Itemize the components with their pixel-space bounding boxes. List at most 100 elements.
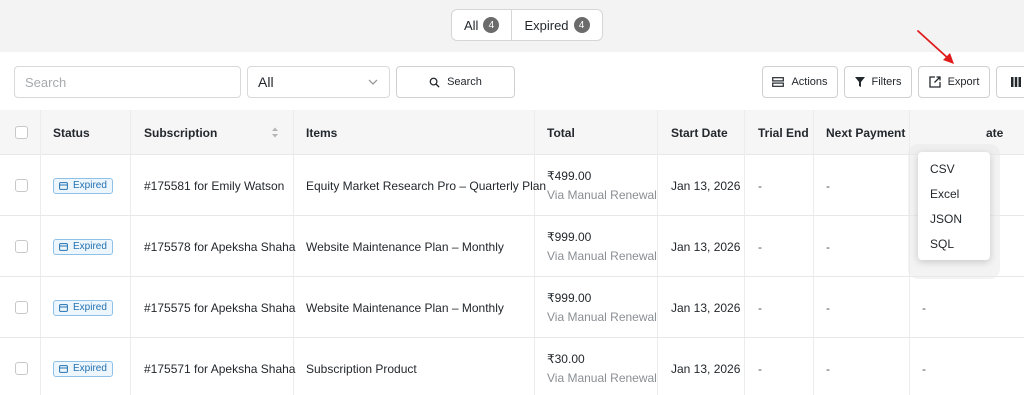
- next-payment-cell: -: [826, 239, 830, 254]
- search-icon: [429, 77, 440, 88]
- next-payment-cell: -: [826, 300, 830, 315]
- row-checkbox[interactable]: [15, 240, 28, 253]
- status-icon: [59, 303, 68, 312]
- filters-button[interactable]: Filters: [844, 66, 912, 98]
- sort-icon[interactable]: [271, 126, 279, 139]
- trial-end-cell: -: [758, 300, 762, 315]
- total-cell: ₹999.00 Via Manual Renewal: [547, 216, 657, 277]
- status-cell: Expired: [53, 155, 113, 216]
- payment-method: Via Manual Renewal: [547, 310, 657, 324]
- status-icon: [59, 242, 68, 251]
- column-header-trial-end[interactable]: Trial End: [758, 110, 809, 155]
- total-cell: ₹499.00 Via Manual Renewal: [547, 155, 657, 216]
- subscription-cell[interactable]: #175575 for Apeksha Shaha: [144, 277, 295, 338]
- total-amount: ₹499.00: [547, 169, 592, 183]
- tab-expired-label: Expired: [524, 17, 569, 33]
- table-row[interactable]: Expired #175575 for Apeksha Shaha Websit…: [0, 277, 1024, 338]
- subscriptions-page: All 4 Expired 4 All Search Actions Filte…: [0, 0, 1024, 395]
- column-header-items[interactable]: Items: [306, 110, 337, 155]
- column-header-subscription[interactable]: Subscription: [144, 110, 217, 155]
- table-row[interactable]: Expired #175578 for Apeksha Shaha Websit…: [0, 216, 1024, 277]
- trial-end-cell: -: [758, 239, 762, 254]
- status-tabs: All 4 Expired 4: [451, 9, 603, 41]
- chevron-down-icon: [368, 79, 378, 85]
- column-header-next-payment[interactable]: Next Payment: [826, 110, 905, 155]
- row-checkbox[interactable]: [15, 179, 28, 192]
- row-checkbox[interactable]: [15, 301, 28, 314]
- actions-button[interactable]: Actions: [762, 66, 838, 98]
- items-cell: Equity Market Research Pro – Quarterly P…: [306, 178, 547, 193]
- next-payment-cell: -: [826, 178, 830, 193]
- actions-button-label: Actions: [791, 76, 828, 88]
- columns-icon: [1011, 77, 1021, 87]
- items-cell: Website Maintenance Plan – Monthly: [306, 300, 504, 315]
- row-checkbox[interactable]: [15, 362, 28, 375]
- status-cell: Expired: [53, 338, 113, 395]
- total-amount: ₹30.00: [547, 352, 585, 366]
- export-option-excel[interactable]: Excel: [918, 181, 990, 206]
- next-payment-cell: -: [826, 361, 830, 376]
- columns-button[interactable]: [996, 66, 1024, 98]
- tab-all[interactable]: All 4: [452, 10, 511, 40]
- tab-expired[interactable]: Expired 4: [511, 10, 601, 40]
- export-option-json[interactable]: JSON: [918, 206, 990, 231]
- table-header: Status Subscription Items Total Start Da…: [0, 110, 1024, 155]
- payment-method: Via Manual Renewal: [547, 249, 657, 263]
- status-badge: Expired: [53, 177, 113, 194]
- items-cell: Subscription Product: [306, 361, 417, 376]
- status-badge: Expired: [53, 360, 113, 377]
- status-select[interactable]: All: [247, 66, 390, 98]
- column-header-status[interactable]: Status: [53, 110, 90, 155]
- search-button[interactable]: Search: [396, 66, 515, 98]
- tab-expired-count: 4: [573, 17, 590, 33]
- subscription-cell[interactable]: #175571 for Apeksha Shaha: [144, 338, 295, 395]
- filter-icon: [854, 77, 865, 87]
- status-cell: Expired: [53, 216, 113, 277]
- export-icon: [928, 76, 941, 88]
- annotation-arrow-icon: [917, 30, 954, 64]
- subscription-cell[interactable]: #175578 for Apeksha Shaha: [144, 216, 295, 277]
- subscriptions-panel: All Search Actions Filters Export Status…: [0, 52, 1024, 395]
- table-row[interactable]: Expired #175571 for Apeksha Shaha Subscr…: [0, 338, 1024, 395]
- start-date-cell: Jan 13, 2026: [671, 239, 741, 254]
- status-cell: Expired: [53, 277, 113, 338]
- trial-end-cell: -: [758, 361, 762, 376]
- total-amount: ₹999.00: [547, 291, 592, 305]
- subscription-cell[interactable]: #175581 for Emily Watson: [144, 155, 284, 216]
- status-label: Expired: [73, 363, 107, 374]
- last-column-cell: -: [922, 361, 926, 376]
- column-header-start-date[interactable]: Start Date: [671, 110, 728, 155]
- last-column-cell: -: [922, 300, 926, 315]
- tab-all-label: All: [464, 17, 479, 33]
- items-cell: Website Maintenance Plan – Monthly: [306, 239, 504, 254]
- export-option-csv[interactable]: CSV: [918, 156, 990, 181]
- status-badge: Expired: [53, 299, 113, 316]
- search-button-label: Search: [447, 76, 482, 88]
- total-cell: ₹30.00 Via Manual Renewal: [547, 338, 657, 395]
- filters-button-label: Filters: [871, 76, 902, 88]
- status-icon: [59, 181, 68, 190]
- payment-method: Via Manual Renewal: [547, 371, 657, 385]
- export-option-sql[interactable]: SQL: [918, 231, 990, 256]
- search-input[interactable]: [14, 66, 241, 98]
- start-date-cell: Jan 13, 2026: [671, 178, 741, 193]
- column-header-total[interactable]: Total: [547, 110, 575, 155]
- payment-method: Via Manual Renewal: [547, 188, 657, 202]
- tab-all-count: 4: [483, 17, 500, 33]
- start-date-cell: Jan 13, 2026: [671, 300, 741, 315]
- status-badge: Expired: [53, 238, 113, 255]
- status-label: Expired: [73, 302, 107, 313]
- actions-icon: [772, 76, 785, 87]
- total-cell: ₹999.00 Via Manual Renewal: [547, 277, 657, 338]
- export-button[interactable]: Export: [918, 66, 990, 98]
- export-button-label: Export: [947, 76, 980, 88]
- status-icon: [59, 364, 68, 373]
- start-date-cell: Jan 13, 2026: [671, 361, 741, 376]
- table-row[interactable]: Expired #175581 for Emily Watson Equity …: [0, 155, 1024, 216]
- status-label: Expired: [73, 180, 107, 191]
- export-menu: CSV Excel JSON SQL: [918, 152, 990, 260]
- total-amount: ₹999.00: [547, 230, 592, 244]
- status-label: Expired: [73, 241, 107, 252]
- select-all-checkbox[interactable]: [15, 126, 28, 139]
- trial-end-cell: -: [758, 178, 762, 193]
